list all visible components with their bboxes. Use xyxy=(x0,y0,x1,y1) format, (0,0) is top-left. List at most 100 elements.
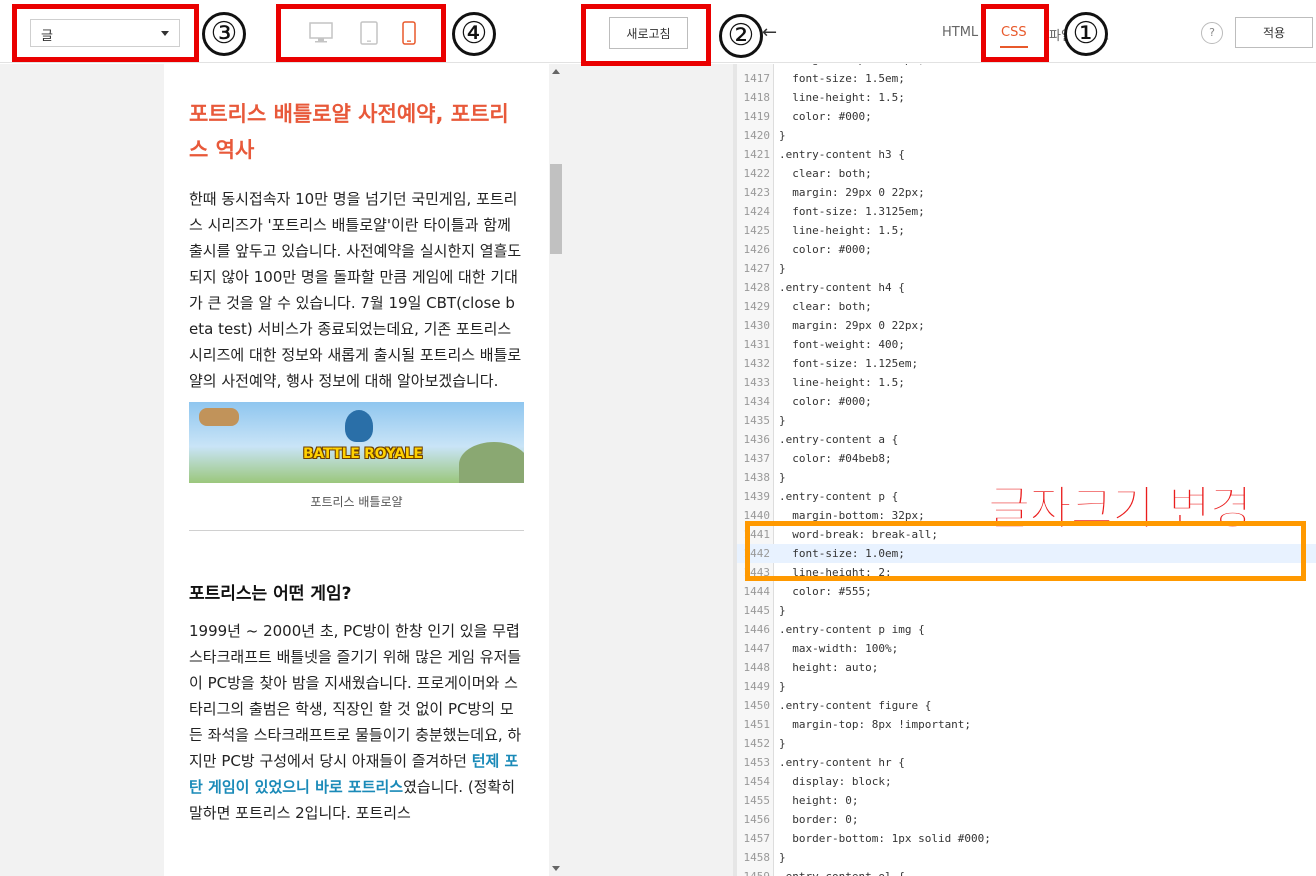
line-number: 1435 xyxy=(743,414,771,427)
code-text: } xyxy=(779,604,786,617)
code-line[interactable]: 1426 color: #000; xyxy=(737,240,1316,259)
code-line[interactable]: 1432 font-size: 1.125em; xyxy=(737,354,1316,373)
code-line[interactable]: 1424 font-size: 1.3125em; xyxy=(737,202,1316,221)
help-icon[interactable]: ? xyxy=(1201,22,1223,44)
code-line[interactable]: 1436 .entry-content a { xyxy=(737,430,1316,449)
code-line[interactable]: 1423 margin: 29px 0 22px; xyxy=(737,183,1316,202)
css-code-editor[interactable]: 1416 margin: 29px 0 22px;1417 font-size:… xyxy=(737,64,1316,876)
code-text: margin: 29px 0 22px; xyxy=(779,319,925,332)
apply-button[interactable]: 적용 xyxy=(1235,17,1313,48)
code-line[interactable]: 1446 .entry-content p img { xyxy=(737,620,1316,639)
scrollbar-thumb[interactable] xyxy=(550,164,562,254)
code-line[interactable]: 1456 border: 0; xyxy=(737,810,1316,829)
line-number: 1455 xyxy=(743,794,771,807)
code-text: } xyxy=(779,129,786,142)
line-number: 1451 xyxy=(743,718,771,731)
preview-scrollbar[interactable] xyxy=(549,64,563,876)
code-text: color: #555; xyxy=(779,585,872,598)
code-text: display: block; xyxy=(779,775,892,788)
code-line[interactable]: 1444 color: #555; xyxy=(737,582,1316,601)
code-line[interactable]: 1418 line-height: 1.5; xyxy=(737,88,1316,107)
code-line[interactable]: 1428 .entry-content h4 { xyxy=(737,278,1316,297)
code-lines: 1416 margin: 29px 0 22px;1417 font-size:… xyxy=(737,64,1316,876)
scroll-down-icon[interactable] xyxy=(552,866,560,871)
code-line[interactable]: 1452} xyxy=(737,734,1316,753)
code-text: border: 0; xyxy=(779,813,859,826)
line-number: 1448 xyxy=(743,661,771,674)
line-number: 1437 xyxy=(743,452,771,465)
annotation-marker-2: ② xyxy=(719,14,763,58)
code-line[interactable]: 1417 font-size: 1.5em; xyxy=(737,69,1316,88)
line-number: 1454 xyxy=(743,775,771,788)
code-text: border-bottom: 1px solid #000; xyxy=(779,832,991,845)
code-text: .entry-content h4 { xyxy=(779,281,905,294)
line-number: 1449 xyxy=(743,680,771,693)
annotation-box-css-tab xyxy=(981,4,1049,62)
code-line[interactable]: 1433 line-height: 1.5; xyxy=(737,373,1316,392)
code-line[interactable]: 1451 margin-top: 8px !important; xyxy=(737,715,1316,734)
back-arrow-icon[interactable]: ← xyxy=(762,22,777,43)
line-number: 1424 xyxy=(743,205,771,218)
code-text: .entry-content a { xyxy=(779,433,899,446)
tab-html[interactable]: HTML xyxy=(942,25,978,40)
code-line[interactable]: 1429 clear: both; xyxy=(737,297,1316,316)
code-line[interactable]: 1454 display: block; xyxy=(737,772,1316,791)
island-graphic xyxy=(459,442,524,483)
code-text: height: auto; xyxy=(779,661,879,674)
line-number: 1417 xyxy=(743,72,771,85)
code-text: line-height: 1.5; xyxy=(779,376,905,389)
code-line[interactable]: 1421 .entry-content h3 { xyxy=(737,145,1316,164)
post-paragraph: 한때 동시접속자 10만 명을 넘기던 국민게임, 포트리스 시리즈가 '포트리… xyxy=(189,190,522,390)
code-line[interactable]: 1445} xyxy=(737,601,1316,620)
annotation-marker-3: ③ xyxy=(202,12,246,56)
code-line[interactable]: 1427} xyxy=(737,259,1316,278)
annotation-box-devices xyxy=(276,4,446,62)
line-number: 1434 xyxy=(743,395,771,408)
line-number: 1429 xyxy=(743,300,771,313)
code-line[interactable]: 1453 .entry-content hr { xyxy=(737,753,1316,772)
code-line[interactable]: 1435} xyxy=(737,411,1316,430)
code-line[interactable]: 1419 color: #000; xyxy=(737,107,1316,126)
line-number: 1450 xyxy=(743,699,771,712)
code-line[interactable]: 1422 clear: both; xyxy=(737,164,1316,183)
code-text: font-size: 1.5em; xyxy=(779,72,905,85)
code-line[interactable]: 1450 .entry-content figure { xyxy=(737,696,1316,715)
line-number: 1419 xyxy=(743,110,771,123)
code-text: .entry-content figure { xyxy=(779,699,932,712)
code-text: } xyxy=(779,471,786,484)
code-line[interactable]: 1457 border-bottom: 1px solid #000; xyxy=(737,829,1316,848)
code-text: font-size: 1.3125em; xyxy=(779,205,925,218)
code-line[interactable]: 1425 line-height: 1.5; xyxy=(737,221,1316,240)
line-number: 1438 xyxy=(743,471,771,484)
scroll-up-icon[interactable] xyxy=(552,69,560,74)
code-text: color: #000; xyxy=(779,243,872,256)
line-number: 1426 xyxy=(743,243,771,256)
line-number: 1452 xyxy=(743,737,771,750)
code-line[interactable]: 1455 height: 0; xyxy=(737,791,1316,810)
line-number: 1436 xyxy=(743,433,771,446)
code-text: margin: 29px 0 22px; xyxy=(779,186,925,199)
code-line[interactable]: 1459 .entry-content ol { xyxy=(737,867,1316,876)
annotation-marker-1: ① xyxy=(1064,12,1108,56)
line-number: 1430 xyxy=(743,319,771,332)
code-text: } xyxy=(779,737,786,750)
code-line[interactable]: 1448 height: auto; xyxy=(737,658,1316,677)
code-line[interactable]: 1449} xyxy=(737,677,1316,696)
code-line[interactable]: 1431 font-weight: 400; xyxy=(737,335,1316,354)
code-line[interactable]: 1420} xyxy=(737,126,1316,145)
annotation-highlight-box xyxy=(745,521,1306,581)
code-text: } xyxy=(779,851,786,864)
code-line[interactable]: 1447 max-width: 100%; xyxy=(737,639,1316,658)
code-text: clear: both; xyxy=(779,300,872,313)
divider xyxy=(189,530,524,531)
code-line[interactable]: 1437 color: #04beb8; xyxy=(737,449,1316,468)
line-number: 1418 xyxy=(743,91,771,104)
code-line[interactable]: 1434 color: #000; xyxy=(737,392,1316,411)
line-number: 1445 xyxy=(743,604,771,617)
code-line[interactable]: 1458} xyxy=(737,848,1316,867)
code-line[interactable]: 1430 margin: 29px 0 22px; xyxy=(737,316,1316,335)
code-text: font-size: 1.125em; xyxy=(779,357,919,370)
line-number: 1453 xyxy=(743,756,771,769)
paragraph-text: 1999년 ~ 2000년 초, PC방이 한창 인기 있을 무렵 스타크래프트… xyxy=(189,622,522,770)
code-text: max-width: 100%; xyxy=(779,642,899,655)
